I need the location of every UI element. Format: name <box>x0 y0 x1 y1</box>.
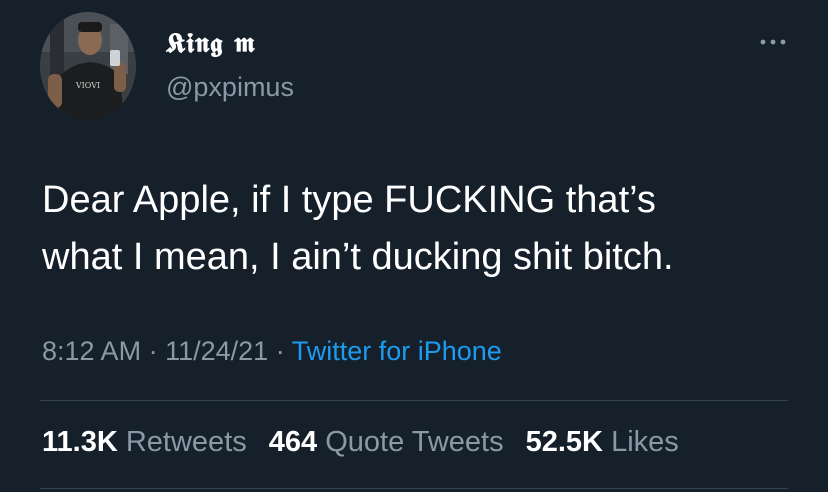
author-display-name[interactable]: 𝕶𝖎𝖓𝖌 𝖒 <box>166 28 256 60</box>
retweets-stat[interactable]: 11.3K Retweets <box>42 426 247 458</box>
meta-separator: · <box>148 336 158 366</box>
tweet-text: Dear Apple, if I type FUCKING that’s wha… <box>42 172 802 286</box>
likes-count: 52.5K <box>525 426 603 458</box>
tweet-detail: VIOVI 𝕶𝖎𝖓𝖌 𝖒 @pxpimus Dear Apple, if I t… <box>0 0 828 492</box>
divider <box>40 400 788 401</box>
tweet-source-link[interactable]: Twitter for iPhone <box>292 336 502 366</box>
likes-label: Likes <box>611 426 679 458</box>
svg-text:VIOVI: VIOVI <box>75 81 100 90</box>
retweets-label: Retweets <box>125 426 247 458</box>
tweet-date[interactable]: 11/24/21 <box>165 336 268 366</box>
tweet-time[interactable]: 8:12 AM <box>42 336 141 366</box>
more-options-icon[interactable] <box>758 32 788 52</box>
likes-stat[interactable]: 52.5K Likes <box>526 426 679 458</box>
retweets-count: 11.3K <box>42 426 118 458</box>
tweet-text-line: Dear Apple, if I type FUCKING that’s <box>42 179 656 221</box>
tweet-stats: 11.3K Retweets 464 Quote Tweets 52.5K Like… <box>42 426 701 459</box>
profile-photo-icon: VIOVI <box>40 12 136 120</box>
meta-separator: · <box>275 336 285 366</box>
quote-tweets-label: Quote Tweets <box>325 426 504 458</box>
quote-tweets-count: 464 <box>268 426 318 458</box>
tweet-meta: 8:12 AM · 11/24/21 · Twitter for iPhone <box>42 336 502 367</box>
avatar[interactable]: VIOVI <box>40 12 136 120</box>
author-handle[interactable]: @pxpimus <box>166 72 294 103</box>
divider <box>40 488 788 489</box>
tweet-text-line: what I mean, I ain’t ducking shit bitch. <box>42 236 674 278</box>
quote-tweets-stat[interactable]: 464 Quote Tweets <box>269 426 504 458</box>
